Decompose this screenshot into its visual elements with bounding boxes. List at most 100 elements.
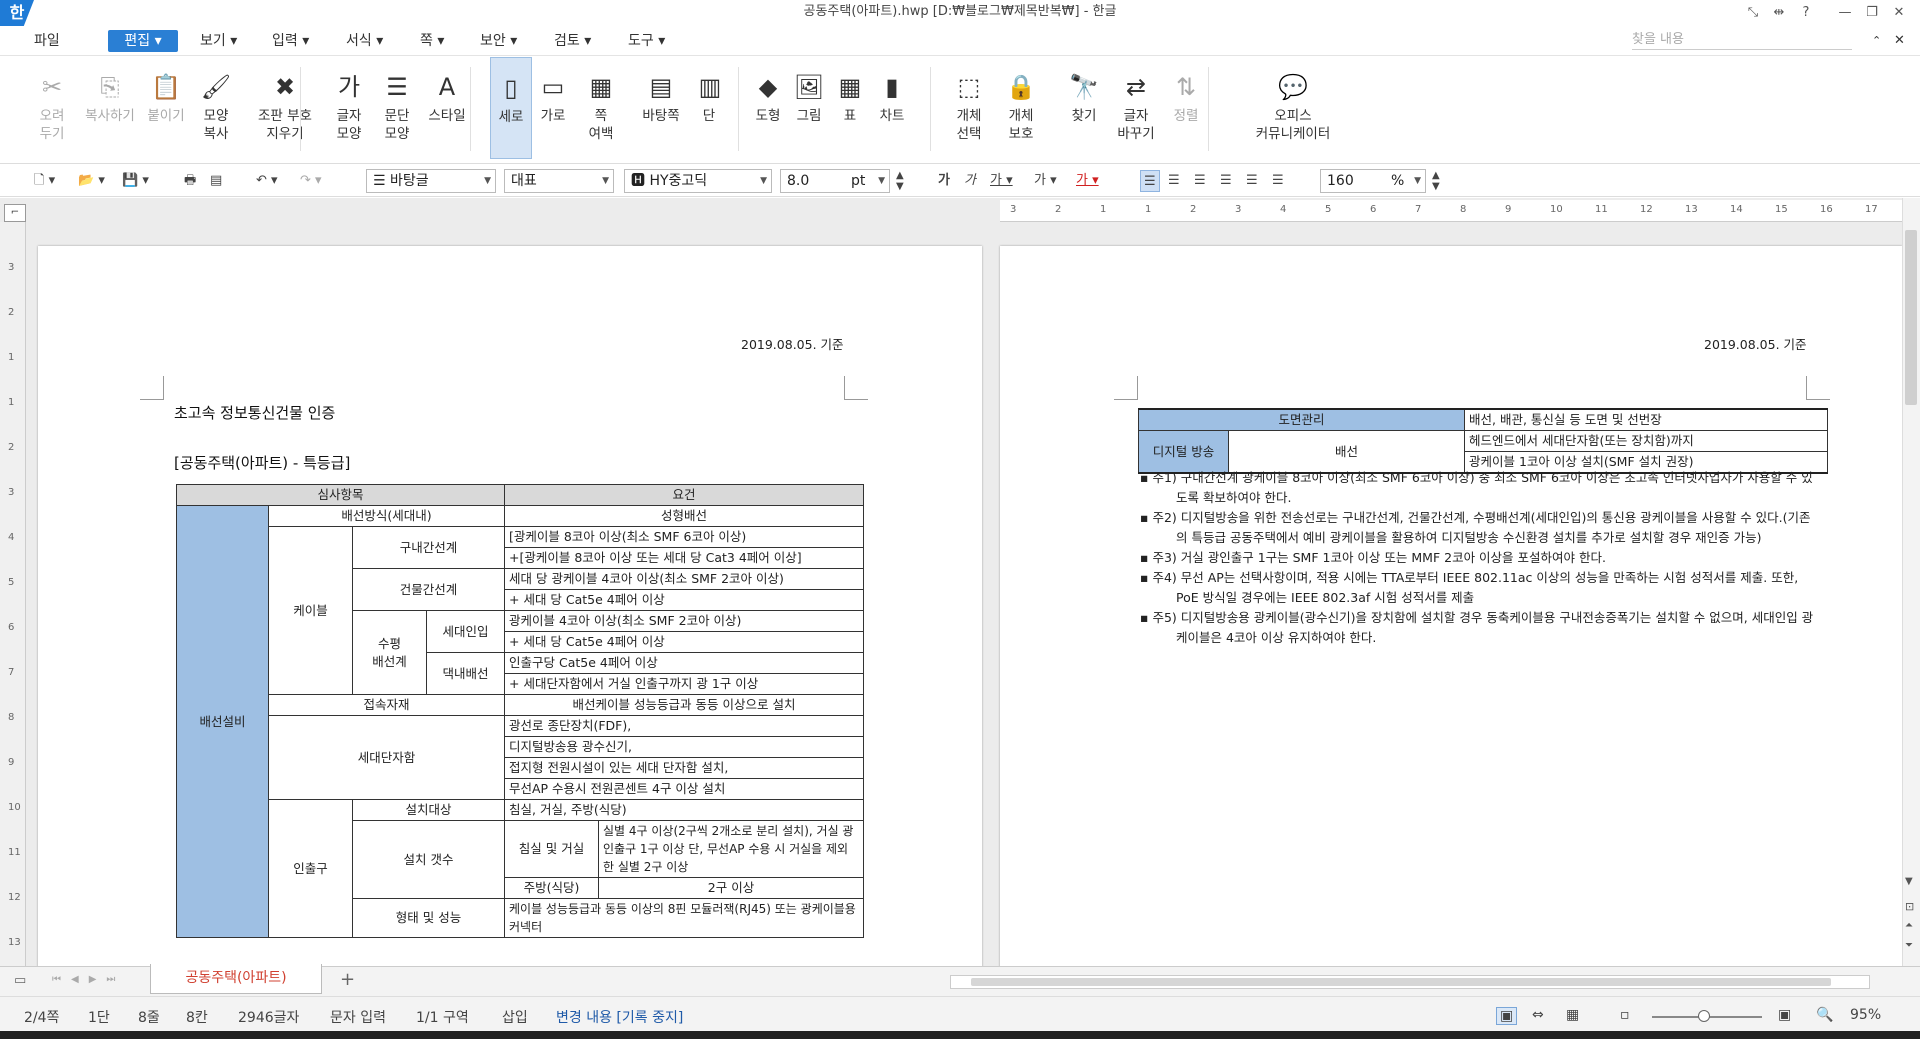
spacing-stepper[interactable]: ▲ ▼ [1432,170,1440,192]
resize-icon[interactable]: ⇹ [1768,3,1790,23]
ribbon-picture-button[interactable]: 🖼 그림 [790,57,828,159]
page-up-icon[interactable]: ⏶ [1905,920,1913,931]
distribute-icon[interactable]: ☰ [1246,170,1258,192]
menu-review[interactable]: 검토 ▾ [554,30,591,52]
menu-view[interactable]: 보기 ▾ [200,30,237,52]
table-cell[interactable]: 설치대상 [352,799,505,821]
italic-icon[interactable]: 가 [964,170,976,192]
table-header[interactable]: 심사항목 [176,484,505,506]
line-spacing-input[interactable]: 160% ▼ [1320,169,1426,193]
table-cell[interactable]: 도면관리 [1138,408,1465,431]
table-cell[interactable]: + 세대 당 Cat5e 4페어 이상 [504,589,864,611]
ribbon-clear-format-button[interactable]: ✖ 조판 부호 지우기 [250,57,320,159]
table-cell[interactable]: + 세대 당 Cat5e 4페어 이상 [504,631,864,653]
zoom-in-icon[interactable]: ▣ [1778,1007,1791,1023]
vertical-ruler[interactable]: 3 2 1 1 2 3 4 5 6 7 8 9 10 11 12 13 [0,222,26,966]
menu-page[interactable]: 쪽 ▾ [420,30,444,52]
table-cell[interactable]: 배선, 배관, 통신실 등 도면 및 선번장 [1464,408,1828,431]
save-icon[interactable]: 💾 ▾ [122,170,149,192]
open-icon[interactable]: 📂 ▾ [78,170,105,192]
table-cell[interactable]: 세대인입 [426,610,505,653]
table-cell[interactable]: 케이블 성능등급과 동등 이상의 8핀 모듈러잭(RJ45) 또는 광케이블용 … [504,898,864,938]
page-down-icon[interactable]: ⏷ [1905,940,1913,951]
menu-tools[interactable]: 도구 ▾ [628,30,665,52]
search-input[interactable]: 찾을 내용 [1632,30,1852,50]
tab-nav-icons[interactable]: ⏮◀▶⏭ [52,974,125,985]
horizontal-ruler[interactable]: 3 2 1 1 2 3 4 5 6 7 8 9 10 11 12 13 14 15 16 17 [1000,200,1902,222]
align-center-icon[interactable]: ☰ [1194,170,1206,192]
table-cell[interactable]: 인출구 [268,799,353,938]
table-cell[interactable]: 배선 [1228,430,1465,474]
ribbon-copy-button[interactable]: ⎘ 복사하기 [80,57,140,159]
table-cell[interactable]: 디지털 방송 [1138,430,1229,474]
table-cell[interactable]: 광선로 종단장치(FDF), [504,715,864,737]
view-page-icon[interactable]: ▦ [1566,1007,1579,1023]
prev-page-icon[interactable]: ⊡ [1905,900,1914,913]
tab-document[interactable]: 공동주택(아파트) [150,964,322,994]
ruler-toggle-icon[interactable]: ⌐ [4,204,26,222]
status-insert[interactable]: 삽입 [502,1007,528,1027]
strike-icon[interactable]: 가 ▾ [1034,170,1057,192]
ribbon-paste-button[interactable]: 📋 붙이기 [144,57,188,159]
table-cell[interactable]: 세대단자함 [268,715,505,800]
table-cell[interactable]: 세대 당 광케이블 4코아 이상(최소 SMF 2코아 이상) [504,568,864,590]
table-cell[interactable]: 건물간선계 [352,568,505,611]
ribbon-find-button[interactable]: 🔭 찾기 [1064,57,1104,159]
doc-heading[interactable]: 초고속 정보통신건물 인증 [174,402,335,423]
zoom-slider-knob[interactable] [1698,1010,1710,1022]
ribbon-sort-button[interactable]: ⇅ 정렬 [1168,57,1204,159]
ribbon-object-protect-button[interactable]: 🔒 개체 보호 [998,57,1044,159]
table-cell[interactable]: 댁내배선 [426,652,505,695]
table-cell[interactable]: 헤드엔드에서 세대단자함(또는 장치함)까지 [1464,430,1828,452]
justify-icon[interactable]: ☰ [1140,170,1160,192]
table-cell[interactable]: 케이블 [268,526,353,695]
status-track-changes[interactable]: 변경 내용 [기록 중지] [556,1007,683,1027]
tab-list-icon[interactable]: ▭ [14,973,26,988]
fullscreen-icon[interactable]: ⤡ [1742,3,1764,23]
requirements-table[interactable]: 심사항목 요건 배선설비 배선방식(세대내) 성형배선 케이블 구내간선계 [광케이블 8… [176,484,864,938]
ribbon-format-copy-button[interactable]: 🖌 모양 복사 [196,57,236,159]
table-cell[interactable]: 접지형 전원시설이 있는 세대 단자함 설치, [504,757,864,779]
print-icon[interactable]: 🖶 [184,170,196,192]
scroll-down-icon[interactable]: ▼ [1905,876,1913,887]
minimize-button[interactable]: — [1834,3,1856,23]
para-select[interactable]: 대표 ▼ [504,169,614,193]
group-cell[interactable]: 배선설비 [176,505,269,938]
table-cell[interactable]: 주방(식당) [504,877,599,899]
notes-list[interactable]: ▪ 주1) 구내간선계 광케이블 8코아 이상(최소 SMF 6코아 이상) 중… [1140,468,1820,648]
bold-icon[interactable]: 가 [938,170,950,192]
table-cell[interactable]: 수평 배선계 [352,610,427,695]
table-cell[interactable]: 침실, 거실, 주방(식당) [504,799,864,821]
table-cell[interactable]: + 세대단자함에서 거실 인출구까지 광 1구 이상 [504,673,864,695]
table-cell[interactable]: 구내간선계 [352,526,505,569]
doc-subheading[interactable]: [공동주택(아파트) - 특등급] [174,452,350,473]
ribbon-table-button[interactable]: ▦ 표 [832,57,868,159]
preview-icon[interactable]: ▤ [210,170,222,192]
close-button[interactable]: ✕ [1888,3,1910,23]
table-cell[interactable]: 배선방식(세대내) [268,505,505,527]
ribbon-master-page-button[interactable]: ▤ 바탕쪽 [632,57,690,159]
size-stepper[interactable]: ▲ ▼ [896,170,904,192]
table-cell[interactable]: 2구 이상 [598,877,864,899]
continued-table[interactable]: 도면관리 배선, 배관, 통신실 등 도면 및 선번장 디지털 방송 배선 헤드엔드에… [1138,408,1828,474]
ribbon-char-shape-button[interactable]: 가 글자 모양 [330,57,368,159]
font-color-icon[interactable]: 가 ▾ [1076,170,1099,192]
style-select[interactable]: ☰ 바탕글 ▼ [366,169,496,193]
menu-close-icon[interactable]: ✕ [1894,30,1905,52]
ribbon-collapse-icon[interactable]: ⌃ [1872,30,1881,52]
ribbon-replace-button[interactable]: ⇄ 글자 바꾸기 [1112,57,1160,159]
underline-icon[interactable]: 가 ▾ [990,170,1013,192]
ribbon-margin-button[interactable]: ▦ 쪽 여백 [578,57,624,159]
table-cell[interactable]: 광케이블 4코아 이상(최소 SMF 2코아 이상) [504,610,864,632]
menu-edit[interactable]: 편집 ▾ [108,30,178,52]
ribbon-landscape-button[interactable]: ▭ 가로 [534,57,572,159]
align-left-icon[interactable]: ☰ [1168,170,1180,192]
table-header[interactable]: 요건 [504,484,864,506]
divide-icon[interactable]: ☰ [1272,170,1284,192]
table-cell[interactable]: 배선케이블 성능등급과 동등 이상으로 설치 [504,694,864,716]
table-cell[interactable]: 설치 갯수 [352,820,505,899]
ribbon-communicator-button[interactable]: 💬 오피스 커뮤니케이터 [1238,57,1348,159]
ribbon-chart-button[interactable]: ▮ 차트 [872,57,912,159]
horizontal-scrollbar[interactable] [950,975,1870,989]
ribbon-object-select-button[interactable]: ⬚ 개체 선택 [948,57,990,159]
